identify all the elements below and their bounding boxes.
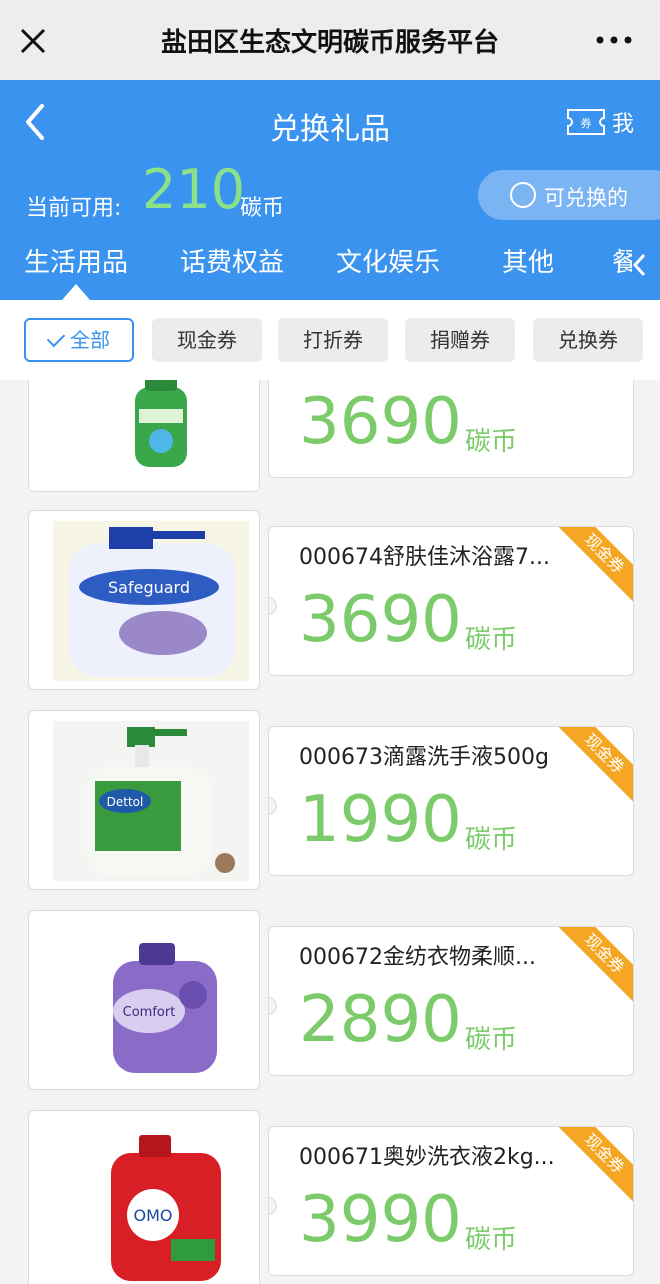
- product-name: 000674舒肤佳沐浴露7...: [299, 545, 550, 570]
- filter-exchange-coupon[interactable]: 兑换券: [533, 318, 643, 362]
- product-info-panel: 000672金纺衣物柔顺... 2890 碳币 现金券: [268, 926, 634, 1076]
- product-info-panel: 000673滴露洗手液500g 1990 碳币 现金券: [268, 726, 634, 876]
- svg-text:券: 券: [581, 116, 592, 130]
- product-info-panel: 000671奥妙洗衣液2kg... 3990 碳币 现金券: [268, 1126, 634, 1276]
- filter-cash-coupon[interactable]: 现金券: [152, 318, 262, 362]
- ticket-notch: [269, 597, 277, 615]
- product-price-unit: 碳币: [465, 825, 518, 855]
- product-image-panel: Safeguard: [28, 510, 260, 690]
- product-image-panel: Comfort: [28, 910, 260, 1090]
- ticket-notch: [269, 797, 277, 815]
- available-unit: 碳币: [240, 196, 285, 221]
- filter-bar: 全部 现金券 打折券 捐赠券 兑换券: [0, 300, 660, 380]
- product-price-unit: 碳币: [465, 1025, 518, 1055]
- ticket-notch: [269, 1197, 277, 1215]
- product-info-panel: 000674舒肤佳沐浴露7... 3690 碳币 现金券: [268, 526, 634, 676]
- coupon-icon[interactable]: 券: [566, 108, 606, 136]
- product-card[interactable]: Safeguard 000674舒肤佳沐浴露7... 3690 碳币 现金券: [24, 510, 634, 690]
- product-name: 000671奥妙洗衣液2kg...: [299, 1145, 555, 1170]
- tab-other[interactable]: 其他: [502, 242, 554, 279]
- product-card[interactable]: OMO 000671奥妙洗衣液2kg... 3990 碳币 现金券: [24, 1110, 634, 1284]
- coupon-type-badge: 现金券: [555, 1127, 633, 1203]
- me-link[interactable]: 我: [612, 106, 634, 138]
- tab-culture-entertainment[interactable]: 文化娱乐: [336, 242, 440, 279]
- product-price: 3690: [299, 583, 462, 657]
- coupon-type-badge: 现金券: [555, 927, 633, 1003]
- svg-text:OMO: OMO: [134, 1206, 173, 1225]
- product-price-unit: 碳币: [465, 625, 518, 655]
- product-price: 3990: [299, 1183, 462, 1257]
- active-tab-indicator: [62, 284, 90, 300]
- product-price-unit: 碳币: [465, 1225, 518, 1255]
- exchangeable-toggle[interactable]: 可兑换的: [478, 170, 660, 220]
- filter-donation-coupon[interactable]: 捐赠券: [405, 318, 515, 362]
- svg-text:Safeguard: Safeguard: [108, 578, 190, 597]
- product-image-panel: OMO: [28, 1110, 260, 1284]
- product-price: 1990: [299, 783, 462, 857]
- product-card[interactable]: Dettol 000673滴露洗手液500g 1990 碳币 现金券: [24, 710, 634, 890]
- svg-text:Comfort: Comfort: [123, 1005, 176, 1020]
- more-icon[interactable]: [596, 30, 632, 50]
- product-list: 3690 碳币 Safeguard 000674舒肤佳沐浴露7... 3690 …: [0, 380, 660, 1284]
- product-image-panel: [28, 380, 260, 492]
- tab-food[interactable]: 餐: [612, 242, 632, 279]
- filter-discount-coupon[interactable]: 打折券: [278, 318, 388, 362]
- chevron-left-icon[interactable]: [630, 250, 650, 280]
- tab-daily-goods[interactable]: 生活用品: [24, 242, 128, 279]
- filter-all[interactable]: 全部: [24, 318, 134, 362]
- product-card[interactable]: Comfort 000672金纺衣物柔顺... 2890 碳币 现金券: [24, 910, 634, 1090]
- coupon-type-badge: 现金券: [555, 727, 633, 803]
- category-tabs: 生活用品 话费权益 文化娱乐 其他 餐: [0, 242, 660, 292]
- available-label: 当前可用:: [26, 196, 122, 221]
- body-wash-bottle-icon: Safeguard: [53, 521, 249, 681]
- product-info-panel: 3690 碳币: [268, 380, 634, 478]
- product-name: 000672金纺衣物柔顺...: [299, 945, 536, 970]
- shampoo-bottle-icon: [135, 380, 187, 467]
- hand-wash-bottle-icon: Dettol: [53, 721, 249, 881]
- softener-bottle-icon: Comfort: [113, 943, 217, 1073]
- detergent-bottle-icon: OMO: [111, 1135, 221, 1281]
- ticket-notch: [269, 997, 277, 1015]
- svg-text:Dettol: Dettol: [107, 795, 144, 809]
- product-image-panel: Dettol: [28, 710, 260, 890]
- available-balance: 210: [142, 158, 246, 221]
- page-title: 兑换礼品: [270, 112, 390, 147]
- coupon-type-badge: 现金券: [555, 527, 633, 603]
- product-price-unit: 碳币: [465, 427, 518, 457]
- product-price: 2890: [299, 983, 462, 1057]
- page-header: 兑换礼品 券 我 当前可用: 210 碳币 可兑换的 生活用品 话费权益 文化娱…: [0, 80, 660, 300]
- check-icon: [46, 328, 66, 348]
- exchangeable-label: 可兑换的: [544, 186, 628, 210]
- wechat-title-bar: 盐田区生态文明碳币服务平台: [0, 0, 660, 80]
- wechat-title: 盐田区生态文明碳币服务平台: [160, 28, 499, 58]
- product-name: 000673滴露洗手液500g: [299, 745, 549, 770]
- radio-circle-icon: [510, 182, 536, 208]
- product-price: 3690: [299, 385, 462, 459]
- tab-phone-rights[interactable]: 话费权益: [180, 242, 284, 279]
- product-card[interactable]: 3690 碳币: [24, 380, 634, 492]
